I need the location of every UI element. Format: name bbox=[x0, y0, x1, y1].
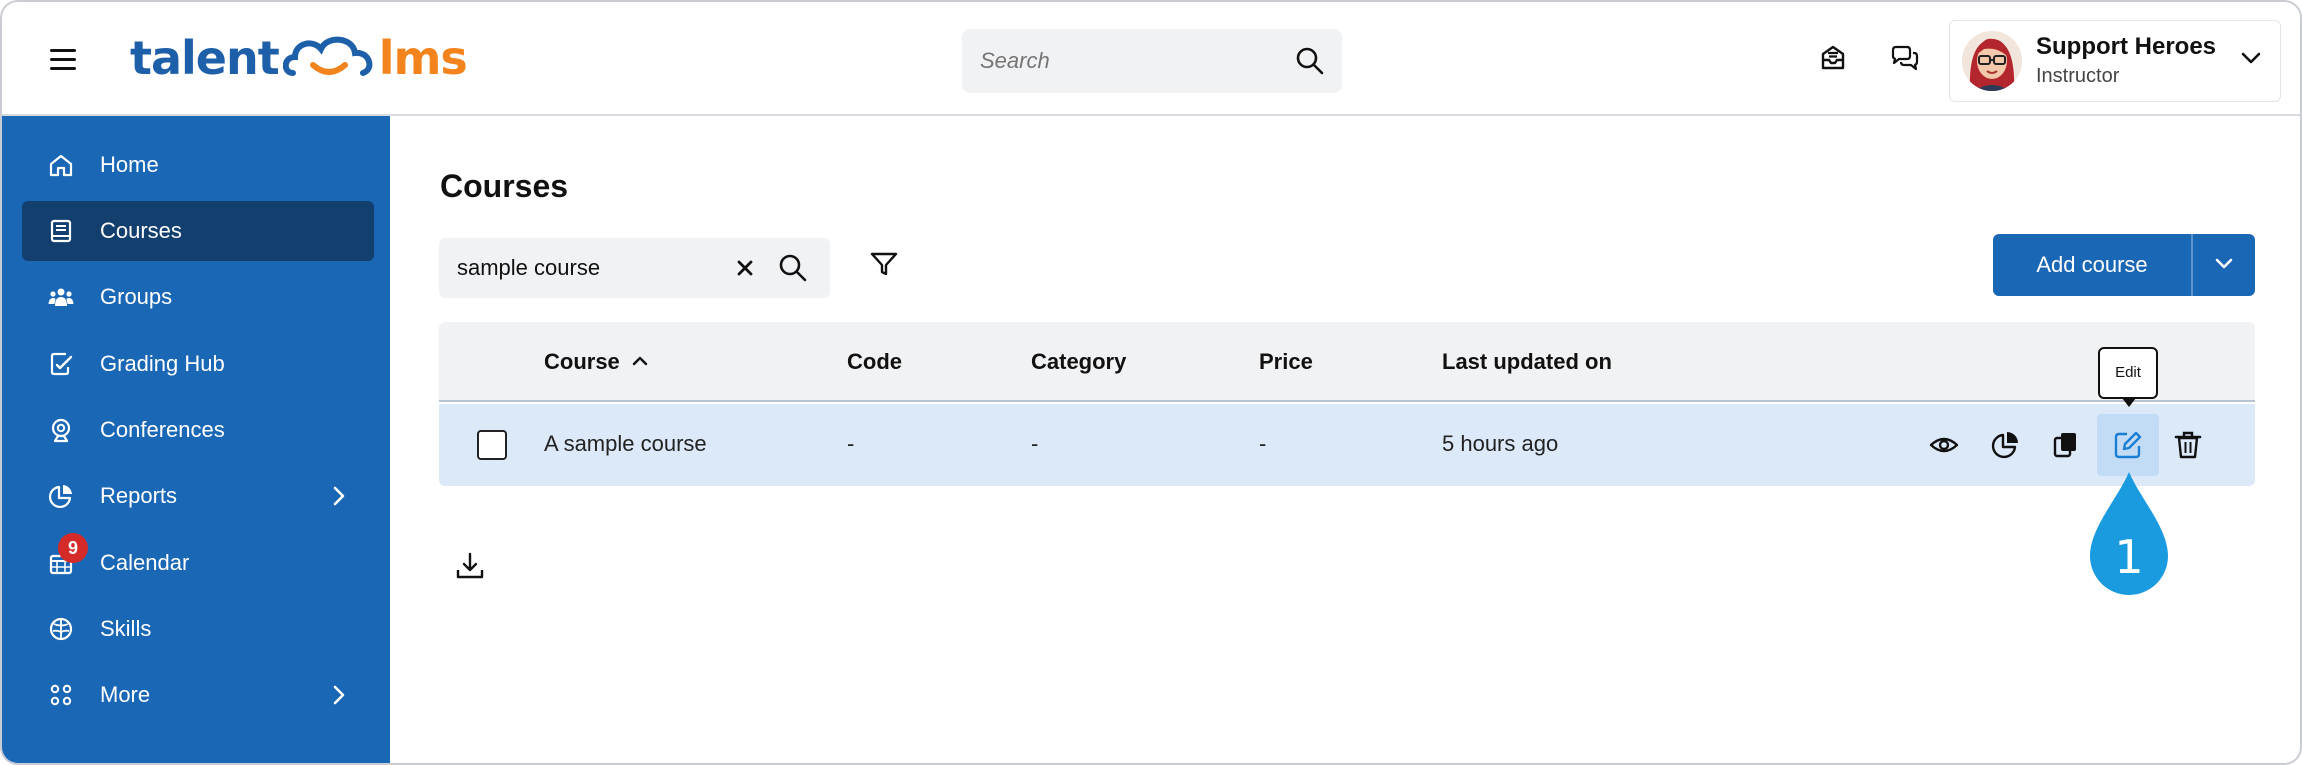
pie-chart-icon bbox=[48, 485, 72, 509]
column-header-code[interactable]: Code bbox=[847, 349, 902, 375]
course-search-input[interactable] bbox=[457, 252, 717, 284]
grading-icon bbox=[50, 352, 73, 376]
column-header-category[interactable]: Category bbox=[1031, 349, 1126, 375]
column-header-last-updated[interactable]: Last updated on bbox=[1442, 349, 1612, 375]
column-header-course[interactable]: Course bbox=[544, 349, 620, 375]
calendar-badge: 9 bbox=[58, 533, 88, 563]
grid-icon bbox=[50, 684, 72, 706]
global-search bbox=[962, 29, 1342, 93]
search-icon[interactable] bbox=[777, 252, 809, 284]
edit-icon bbox=[2114, 431, 2142, 459]
book-icon bbox=[50, 219, 72, 243]
filter-icon[interactable] bbox=[868, 248, 900, 280]
logo-cloud-icon bbox=[282, 36, 373, 76]
chevron-right-icon bbox=[333, 685, 345, 705]
download-icon[interactable] bbox=[454, 550, 486, 582]
sidebar: Home Courses Groups Grading Hub Conferen… bbox=[2, 116, 390, 763]
reports-icon[interactable] bbox=[1988, 428, 2022, 462]
sidebar-item-label: Skills bbox=[100, 616, 152, 641]
table-header: Course Code Category Price Last updated … bbox=[439, 322, 2255, 402]
logo-text-talent: talent bbox=[130, 31, 280, 85]
step-callout-number: 1 bbox=[2114, 530, 2144, 584]
course-name-cell[interactable]: A sample course bbox=[544, 431, 707, 457]
chevron-down-icon bbox=[2215, 258, 2233, 269]
course-search bbox=[439, 238, 830, 298]
table-row[interactable]: A sample course - - - 5 hours ago bbox=[439, 404, 2255, 486]
sort-ascending-icon[interactable] bbox=[631, 355, 649, 367]
edit-tooltip: Edit bbox=[2098, 347, 2158, 407]
sidebar-item-groups[interactable]: Groups bbox=[22, 267, 374, 327]
menu-toggle-icon[interactable] bbox=[50, 49, 76, 71]
column-header-price[interactable]: Price bbox=[1259, 349, 1313, 375]
sidebar-item-calendar[interactable]: 9 Calendar bbox=[22, 533, 374, 593]
courses-table: Course Code Category Price Last updated … bbox=[439, 322, 2255, 486]
sidebar-item-home[interactable]: Home bbox=[22, 135, 374, 195]
top-header: talent lms Search Support Heroes Instruc… bbox=[2, 2, 2300, 116]
groups-icon bbox=[48, 288, 74, 306]
preview-icon[interactable] bbox=[1927, 428, 1961, 462]
add-course-split-button: Add course bbox=[1993, 234, 2255, 296]
inbox-icon[interactable] bbox=[1817, 42, 1849, 74]
user-menu[interactable]: Support Heroes Instructor bbox=[1949, 20, 2281, 102]
sidebar-item-label: More bbox=[100, 682, 151, 707]
avatar bbox=[1962, 31, 2022, 91]
add-course-button[interactable]: Add course bbox=[1993, 234, 2191, 296]
search-icon[interactable] bbox=[1294, 45, 1326, 77]
global-search-input[interactable] bbox=[980, 43, 1280, 79]
edit-button[interactable] bbox=[2097, 414, 2159, 476]
row-checkbox[interactable] bbox=[477, 430, 507, 460]
chevron-right-icon bbox=[333, 486, 345, 506]
sidebar-item-grading-hub[interactable]: Grading Hub bbox=[22, 334, 374, 394]
messages-icon[interactable] bbox=[1889, 42, 1921, 74]
talentlms-logo[interactable]: talent lms bbox=[130, 28, 468, 88]
brain-icon bbox=[49, 617, 73, 641]
sidebar-item-label: Calendar bbox=[100, 550, 190, 575]
course-price-cell: - bbox=[1259, 431, 1267, 456]
add-course-options-button[interactable] bbox=[2193, 234, 2255, 296]
sidebar-item-conferences[interactable]: Conferences bbox=[22, 400, 374, 460]
user-role: Instructor bbox=[2036, 65, 2120, 87]
course-category-cell: - bbox=[1031, 431, 1039, 456]
app-window: talent lms Search Support Heroes Instruc… bbox=[0, 0, 2302, 765]
sidebar-item-label: Home bbox=[100, 152, 159, 177]
sidebar-item-label: Groups bbox=[100, 284, 173, 309]
sidebar-item-label: Grading Hub bbox=[100, 351, 225, 376]
delete-icon[interactable] bbox=[2171, 428, 2205, 462]
user-name: Support Heroes bbox=[2036, 33, 2217, 60]
sidebar-item-reports[interactable]: Reports bbox=[22, 466, 374, 526]
course-updated-cell: 5 hours ago bbox=[1442, 431, 1559, 456]
sidebar-item-label: Reports bbox=[100, 483, 178, 508]
course-code-cell: - bbox=[847, 431, 855, 456]
logo-text-lms: lms bbox=[378, 31, 468, 85]
sidebar-item-courses[interactable]: Courses bbox=[22, 201, 374, 261]
sidebar-item-label: Courses bbox=[100, 218, 182, 243]
sidebar-item-label: Conferences bbox=[100, 417, 225, 442]
page-title: Courses bbox=[440, 168, 569, 204]
sidebar-item-skills[interactable]: Skills bbox=[22, 599, 374, 659]
home-icon bbox=[49, 154, 73, 177]
sidebar-item-more[interactable]: More bbox=[22, 665, 374, 725]
chevron-down-icon bbox=[2241, 52, 2261, 64]
clone-icon[interactable] bbox=[2049, 428, 2083, 462]
close-icon[interactable] bbox=[733, 256, 757, 280]
avatar-image-icon bbox=[1962, 31, 2022, 91]
webcam-icon bbox=[51, 418, 71, 443]
